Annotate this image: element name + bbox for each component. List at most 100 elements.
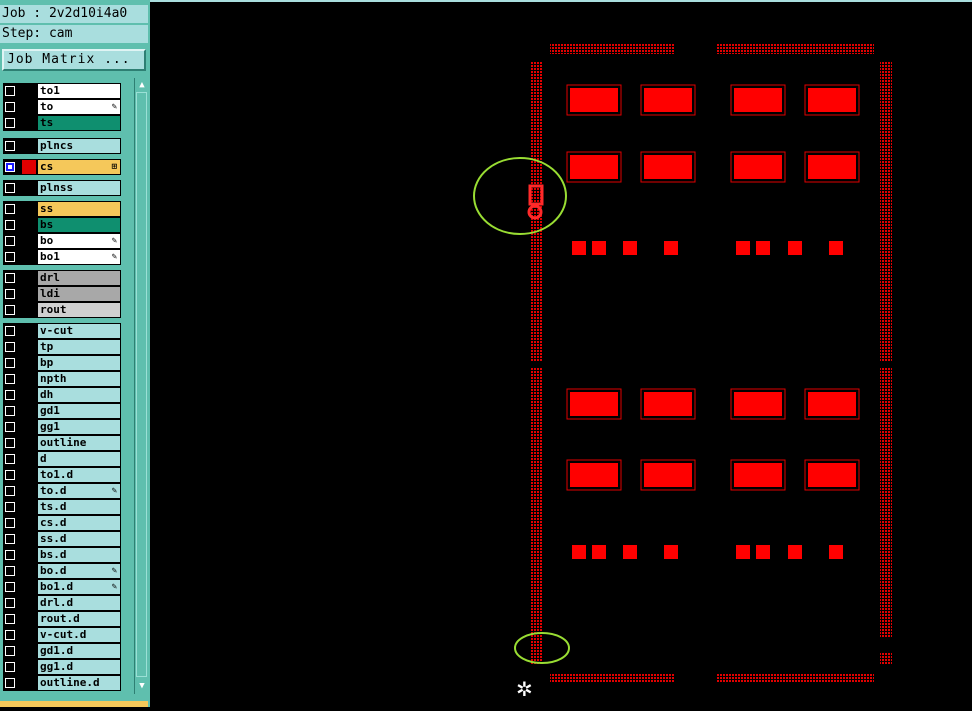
layer-row-gd1.d[interactable]: gd1.d xyxy=(3,643,121,659)
layer-checkbox[interactable] xyxy=(5,305,15,315)
layer-row-plnss[interactable]: plnss xyxy=(3,180,121,196)
layer-list-scrollbar[interactable]: ▲ ▼ xyxy=(134,78,149,694)
layer-checkbox[interactable] xyxy=(5,118,15,128)
layer-row-rout[interactable]: rout xyxy=(3,302,121,318)
layer-row-bo1.d[interactable]: bo1.d ✎ xyxy=(3,579,121,595)
layer-checkbox[interactable] xyxy=(5,326,15,336)
layer-row-ts[interactable]: ts xyxy=(3,115,121,131)
layer-row-bo.d[interactable]: bo.d ✎ xyxy=(3,563,121,579)
layer-name-label[interactable]: bo ✎ xyxy=(38,234,120,248)
layer-name-label[interactable]: ss xyxy=(38,202,120,216)
layer-name-label[interactable]: tp xyxy=(38,340,120,354)
layer-checkbox[interactable] xyxy=(5,204,15,214)
layer-name-label[interactable]: rout.d xyxy=(38,612,120,626)
layer-checkbox[interactable] xyxy=(5,86,15,96)
layer-name-label[interactable]: bo1 ✎ xyxy=(38,250,120,264)
layer-name-label[interactable]: bo.d ✎ xyxy=(38,564,120,578)
layer-name-label[interactable]: gd1.d xyxy=(38,644,120,658)
layer-checkbox[interactable] xyxy=(5,102,15,112)
layer-name-label[interactable]: bs xyxy=(38,218,120,232)
layer-row-dh[interactable]: dh xyxy=(3,387,121,403)
layer-name-label[interactable]: ldi xyxy=(38,287,120,301)
layer-name-label[interactable]: outline xyxy=(38,436,120,450)
scroll-down-arrow-icon[interactable]: ▼ xyxy=(136,680,148,692)
layer-row-bs.d[interactable]: bs.d xyxy=(3,547,121,563)
layer-checkbox[interactable] xyxy=(5,406,15,416)
layer-row-to1.d[interactable]: to1.d xyxy=(3,467,121,483)
layer-row-v-cut.d[interactable]: v-cut.d xyxy=(3,627,121,643)
layer-checkbox[interactable] xyxy=(5,162,15,172)
layer-row-bo[interactable]: bo ✎ xyxy=(3,233,121,249)
layer-row-gd1[interactable]: gd1 xyxy=(3,403,121,419)
layer-name-label[interactable]: cs ⊞ xyxy=(38,160,120,174)
layer-row-ts.d[interactable]: ts.d xyxy=(3,499,121,515)
layer-color-swatch[interactable] xyxy=(22,160,36,174)
layer-row-tp[interactable]: tp xyxy=(3,339,121,355)
layer-name-label[interactable]: bs.d xyxy=(38,548,120,562)
layer-checkbox[interactable] xyxy=(5,550,15,560)
layer-checkbox[interactable] xyxy=(5,183,15,193)
layer-checkbox[interactable] xyxy=(5,358,15,368)
layer-checkbox[interactable] xyxy=(5,582,15,592)
layer-row-drl.d[interactable]: drl.d xyxy=(3,595,121,611)
layer-row-drl[interactable]: drl xyxy=(3,270,121,286)
layer-name-label[interactable]: rout xyxy=(38,303,120,317)
layer-name-label[interactable]: ts.d xyxy=(38,500,120,514)
layer-name-label[interactable]: to.d ✎ xyxy=(38,484,120,498)
layer-name-label[interactable]: ss.d xyxy=(38,532,120,546)
layer-row-plncs[interactable]: plncs xyxy=(3,138,121,154)
layer-checkbox[interactable] xyxy=(5,486,15,496)
layer-checkbox[interactable] xyxy=(5,662,15,672)
layer-name-label[interactable]: dh xyxy=(38,388,120,402)
layer-row-outline[interactable]: outline xyxy=(3,435,121,451)
layer-name-label[interactable]: cs.d xyxy=(38,516,120,530)
layer-name-label[interactable]: bo1.d ✎ xyxy=(38,580,120,594)
layer-checkbox[interactable] xyxy=(5,236,15,246)
layer-checkbox[interactable] xyxy=(5,678,15,688)
layer-checkbox[interactable] xyxy=(5,422,15,432)
scrollbar-thumb[interactable] xyxy=(136,92,147,677)
layer-checkbox[interactable] xyxy=(5,342,15,352)
layer-row-d[interactable]: d xyxy=(3,451,121,467)
layer-row-gg1[interactable]: gg1 xyxy=(3,419,121,435)
graphics-canvas[interactable]: ✲ xyxy=(150,2,972,707)
layer-name-label[interactable]: d xyxy=(38,452,120,466)
layer-row-rout.d[interactable]: rout.d xyxy=(3,611,121,627)
layer-name-label[interactable]: bp xyxy=(38,356,120,370)
layer-checkbox[interactable] xyxy=(5,273,15,283)
layer-name-label[interactable]: to ✎ xyxy=(38,100,120,114)
layer-row-bs[interactable]: bs xyxy=(3,217,121,233)
layer-row-cs[interactable]: cs ⊞ xyxy=(3,159,121,175)
layer-checkbox[interactable] xyxy=(5,374,15,384)
layer-name-label[interactable]: drl.d xyxy=(38,596,120,610)
layer-row-ldi[interactable]: ldi xyxy=(3,286,121,302)
layer-checkbox[interactable] xyxy=(5,646,15,656)
layer-name-label[interactable]: to1.d xyxy=(38,468,120,482)
layer-checkbox[interactable] xyxy=(5,252,15,262)
layer-checkbox[interactable] xyxy=(5,534,15,544)
layer-name-label[interactable]: gg1 xyxy=(38,420,120,434)
layer-row-gg1.d[interactable]: gg1.d xyxy=(3,659,121,675)
layer-checkbox[interactable] xyxy=(5,598,15,608)
layer-name-label[interactable]: to1 xyxy=(38,84,120,98)
layer-name-label[interactable]: v-cut.d xyxy=(38,628,120,642)
layer-row-ss[interactable]: ss xyxy=(3,201,121,217)
layer-checkbox[interactable] xyxy=(5,566,15,576)
layer-checkbox[interactable] xyxy=(5,630,15,640)
job-matrix-button[interactable]: Job Matrix ... xyxy=(2,49,146,71)
layer-checkbox[interactable] xyxy=(5,220,15,230)
layer-name-label[interactable]: outline.d xyxy=(38,676,120,690)
scroll-up-arrow-icon[interactable]: ▲ xyxy=(136,79,148,91)
layer-checkbox[interactable] xyxy=(5,289,15,299)
layer-checkbox[interactable] xyxy=(5,141,15,151)
layer-row-cs.d[interactable]: cs.d xyxy=(3,515,121,531)
layer-row-bo1[interactable]: bo1 ✎ xyxy=(3,249,121,265)
layer-name-label[interactable]: plncs xyxy=(38,139,120,153)
layer-checkbox[interactable] xyxy=(5,454,15,464)
layer-name-label[interactable]: drl xyxy=(38,271,120,285)
layer-name-label[interactable]: npth xyxy=(38,372,120,386)
layer-row-v-cut[interactable]: v-cut xyxy=(3,323,121,339)
layer-name-label[interactable]: gg1.d xyxy=(38,660,120,674)
layer-name-label[interactable]: ts xyxy=(38,116,120,130)
layer-name-label[interactable]: plnss xyxy=(38,181,120,195)
